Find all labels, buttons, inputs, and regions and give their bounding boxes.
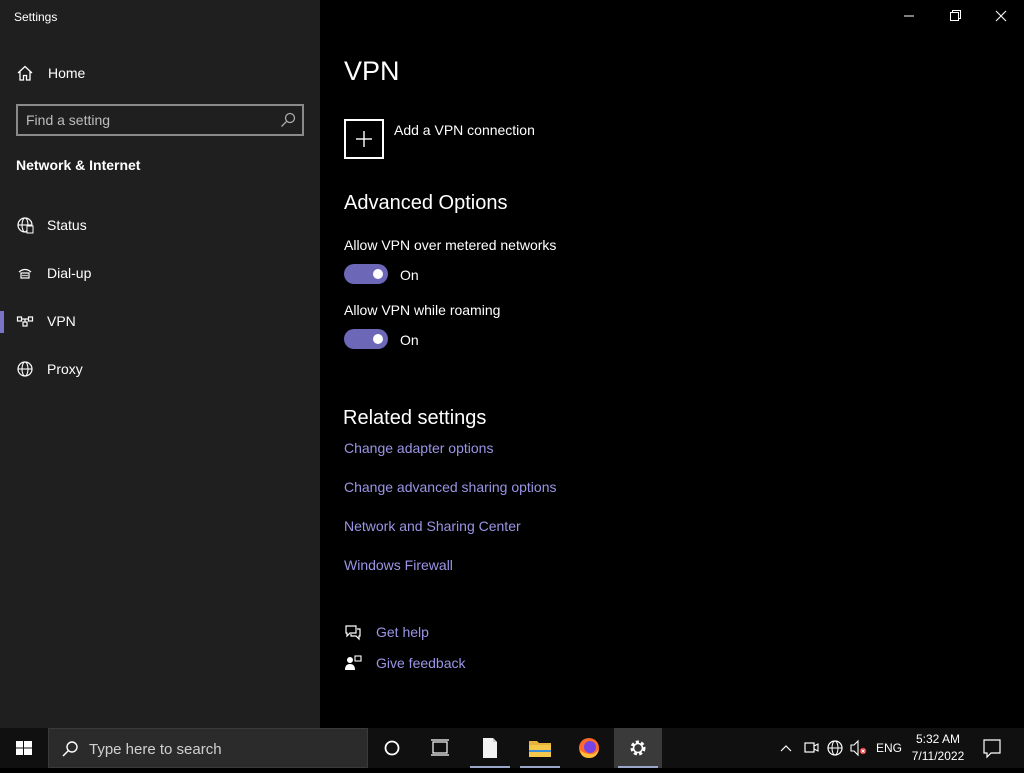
roaming-toggle[interactable] bbox=[344, 329, 388, 349]
sidebar-item-proxy[interactable]: Proxy bbox=[0, 349, 320, 389]
roaming-option-label: Allow VPN while roaming bbox=[344, 302, 501, 318]
action-center-button[interactable] bbox=[978, 728, 1006, 768]
globe-icon bbox=[17, 361, 33, 377]
get-help-label: Get help bbox=[376, 624, 429, 640]
tray-meet-now[interactable] bbox=[800, 728, 822, 768]
find-setting-search[interactable] bbox=[16, 104, 304, 136]
search-icon[interactable] bbox=[280, 112, 296, 128]
advanced-options-heading: Advanced Options bbox=[344, 192, 508, 214]
cortana-button[interactable] bbox=[368, 728, 416, 768]
network-sharing-center-link[interactable]: Network and Sharing Center bbox=[344, 518, 521, 534]
notification-icon bbox=[983, 739, 1001, 759]
minimize-button[interactable] bbox=[886, 0, 932, 32]
find-setting-input[interactable] bbox=[26, 110, 276, 130]
page-title: VPN bbox=[344, 56, 400, 86]
volume-muted-icon bbox=[850, 739, 867, 757]
windows-firewall-link[interactable]: Windows Firewall bbox=[344, 557, 453, 573]
network-globe-icon bbox=[827, 740, 843, 756]
close-button[interactable] bbox=[978, 0, 1024, 32]
minimize-icon bbox=[904, 15, 914, 17]
cortana-circle-icon bbox=[384, 740, 400, 756]
start-button[interactable] bbox=[0, 728, 48, 768]
globe-status-icon bbox=[17, 217, 34, 234]
main-content: VPN Add a VPN connection Advanced Option… bbox=[320, 0, 1024, 728]
related-settings-heading: Related settings bbox=[343, 407, 487, 429]
taskbar-firefox[interactable] bbox=[565, 728, 613, 768]
show-hidden-icons-button[interactable] bbox=[776, 728, 796, 768]
metered-toggle-state: On bbox=[400, 267, 419, 283]
roaming-toggle-state: On bbox=[400, 332, 419, 348]
meet-icon bbox=[804, 742, 819, 753]
app-title: Settings bbox=[14, 10, 58, 24]
clock-time: 5:32 AM bbox=[915, 732, 961, 746]
taskbar-settings[interactable] bbox=[614, 728, 662, 768]
gear-icon bbox=[630, 740, 646, 756]
folder-icon bbox=[529, 741, 551, 757]
toggle-knob bbox=[373, 334, 383, 344]
tray-network[interactable] bbox=[824, 728, 846, 768]
restore-icon bbox=[950, 10, 961, 21]
document-icon bbox=[483, 738, 497, 758]
sidebar-item-dial-up[interactable]: Dial-up bbox=[0, 253, 320, 293]
language-indicator[interactable]: ENG bbox=[876, 741, 902, 755]
feedback-person-icon bbox=[345, 655, 362, 670]
task-view-icon bbox=[431, 739, 449, 756]
sidebar-item-label: VPN bbox=[47, 313, 76, 329]
plus-icon bbox=[344, 119, 384, 159]
settings-window: Settings Home Network & Internet Status … bbox=[0, 0, 1024, 728]
sidebar-item-home[interactable]: Home bbox=[0, 56, 320, 90]
vpn-icon bbox=[16, 316, 34, 327]
taskbar-search-box[interactable]: Type here to search bbox=[48, 728, 368, 768]
sidebar-item-label: Dial-up bbox=[47, 265, 92, 281]
get-help-link[interactable]: Get help bbox=[344, 622, 644, 642]
task-view-button[interactable] bbox=[416, 728, 464, 768]
add-vpn-label: Add a VPN connection bbox=[394, 122, 535, 138]
taskbar-file-explorer[interactable] bbox=[516, 728, 564, 768]
metered-toggle[interactable] bbox=[344, 264, 388, 284]
sidebar-item-label: Status bbox=[47, 217, 87, 233]
help-chat-icon bbox=[345, 625, 361, 641]
tray-volume[interactable] bbox=[848, 728, 870, 768]
clock-date: 7/11/2022 bbox=[911, 749, 965, 763]
taskbar-search-placeholder: Type here to search bbox=[89, 741, 222, 758]
sidebar-item-vpn[interactable]: VPN bbox=[0, 301, 320, 341]
sidebar-item-label: Proxy bbox=[47, 361, 83, 377]
sidebar-item-status[interactable]: Status bbox=[0, 205, 320, 245]
home-icon bbox=[17, 65, 33, 81]
windows-logo-icon bbox=[16, 741, 32, 755]
change-sharing-options-link[interactable]: Change advanced sharing options bbox=[344, 479, 557, 495]
restore-button[interactable] bbox=[932, 0, 978, 32]
home-label: Home bbox=[48, 65, 86, 81]
give-feedback-link[interactable]: Give feedback bbox=[344, 653, 644, 673]
close-icon bbox=[995, 10, 1007, 22]
change-adapter-options-link[interactable]: Change adapter options bbox=[344, 440, 493, 456]
give-feedback-label: Give feedback bbox=[376, 655, 466, 671]
toggle-knob bbox=[373, 269, 383, 279]
taskbar-clock[interactable]: 5:32 AM 7/11/2022 bbox=[908, 731, 968, 765]
taskbar: Type here to search ENG 5:32 AM 7/11/202… bbox=[0, 728, 1024, 768]
search-icon bbox=[62, 741, 78, 757]
metered-option-label: Allow VPN over metered networks bbox=[344, 237, 557, 253]
chevron-up-icon bbox=[780, 745, 792, 752]
taskbar-notepad[interactable] bbox=[466, 728, 514, 768]
add-vpn-connection-button[interactable]: Add a VPN connection bbox=[344, 119, 644, 161]
firefox-icon bbox=[579, 738, 599, 758]
dialup-icon bbox=[18, 268, 32, 279]
section-title: Network & Internet bbox=[16, 157, 141, 173]
sidebar: Settings Home Network & Internet Status … bbox=[0, 0, 320, 728]
